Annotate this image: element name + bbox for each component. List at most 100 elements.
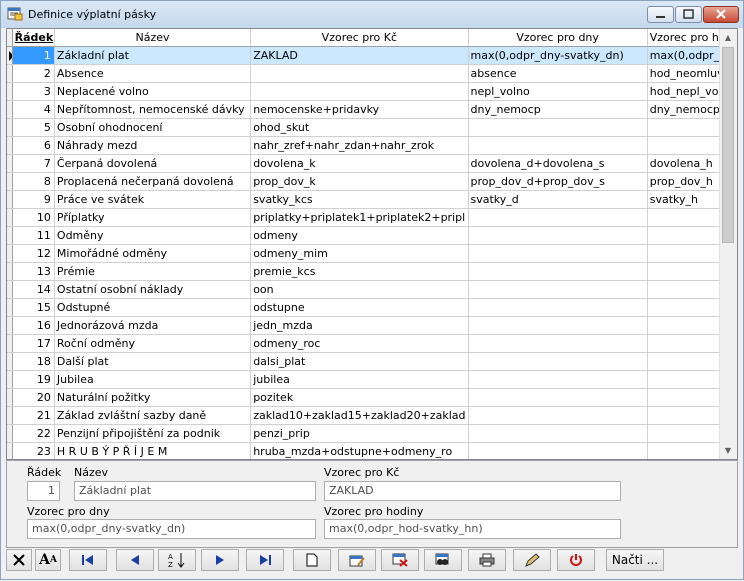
kc-formula-cell[interactable]: dalsi_plat bbox=[250, 352, 469, 371]
kc-formula-cell[interactable]: pozitek bbox=[250, 388, 469, 407]
nazev-cell[interactable]: Odměny bbox=[54, 226, 252, 245]
nazev-cell[interactable]: Odstupné bbox=[54, 298, 252, 317]
first-record-button[interactable] bbox=[69, 549, 107, 571]
scroll-thumb[interactable] bbox=[722, 47, 734, 243]
dny-formula-cell[interactable] bbox=[468, 136, 648, 155]
table-row[interactable]: 21 Základ zvláštní sazby daně zaklad10+zak… bbox=[7, 406, 737, 425]
row-number-cell[interactable]: 11 bbox=[12, 226, 55, 245]
kc-formula-cell[interactable]: jedn_mzda bbox=[250, 316, 469, 335]
nazev-cell[interactable]: Čerpaná dovolená bbox=[54, 154, 252, 173]
row-number-cell[interactable]: 10 bbox=[12, 208, 55, 227]
table-row[interactable]: 13 Prémie premie_kcs bbox=[7, 262, 737, 281]
scroll-down-icon[interactable]: ▼ bbox=[720, 442, 736, 459]
col-header-dny[interactable]: Vzorec pro dny bbox=[468, 29, 648, 47]
table-row[interactable]: 3 Neplacené volno nepl_volno hod_nepl_vol bbox=[7, 82, 737, 101]
dny-formula-cell[interactable] bbox=[468, 118, 648, 137]
row-number-cell[interactable]: 22 bbox=[12, 424, 55, 443]
table-row[interactable]: 8 Proplacená nečerpaná dovolená prop_dov_k… bbox=[7, 172, 737, 191]
font-button[interactable]: AA bbox=[35, 549, 61, 571]
dny-formula-cell[interactable] bbox=[468, 442, 648, 459]
nazev-cell[interactable]: Mimořádné odměny bbox=[54, 244, 252, 263]
dny-formula-cell[interactable]: dovolena_d+dovolena_s bbox=[468, 154, 648, 173]
vertical-scrollbar[interactable]: ▲ ▼ bbox=[719, 29, 737, 459]
kc-formula-cell[interactable]: premie_kcs bbox=[250, 262, 469, 281]
row-number-cell[interactable]: 12 bbox=[12, 244, 55, 263]
nazev-cell[interactable]: Základ zvláštní sazby daně bbox=[54, 406, 252, 425]
table-row[interactable]: 15 Odstupné odstupne bbox=[7, 298, 737, 317]
maximize-button[interactable] bbox=[675, 6, 702, 23]
cancel-button[interactable] bbox=[6, 549, 32, 571]
table-row[interactable]: 2 Absence absence hod_neomluv bbox=[7, 64, 737, 83]
scroll-up-icon[interactable]: ▲ bbox=[720, 29, 736, 46]
table-row[interactable]: 19 Jubilea jubilea bbox=[7, 370, 737, 389]
table-row[interactable]: 1 Základní plat ZAKLAD max(0,odpr_dny-svatk… bbox=[7, 46, 737, 65]
nazev-cell[interactable]: Osobní ohodnocení bbox=[54, 118, 252, 137]
kc-formula-cell[interactable]: prop_dov_k bbox=[250, 172, 469, 191]
dny-formula-cell[interactable] bbox=[468, 352, 648, 371]
kc-formula-cell[interactable]: ZAKLAD bbox=[250, 46, 469, 65]
kc-formula-cell[interactable]: odstupne bbox=[250, 298, 469, 317]
nazev-cell[interactable]: Penzijní připojištění za podnik bbox=[54, 424, 252, 443]
kc-formula-cell[interactable]: oon bbox=[250, 280, 469, 299]
print-button[interactable] bbox=[468, 549, 506, 571]
edit-record-button[interactable] bbox=[338, 549, 376, 571]
table-row[interactable]: 5 Osobní ohodnocení ohod_skut bbox=[7, 118, 737, 137]
dny-formula-cell[interactable] bbox=[468, 388, 648, 407]
rows-grid[interactable]: Řádek Název Vzorec pro Kč Vzorec pro dny… bbox=[6, 28, 738, 460]
dny-formula-cell[interactable]: max(0,odpr_dny-svatky_dn) bbox=[468, 46, 648, 65]
table-row[interactable]: 9 Práce ve svátek svatky_kcs svatky_d svatky… bbox=[7, 190, 737, 209]
dny-field[interactable]: max(0,odpr_dny-svatky_dn) bbox=[27, 519, 316, 539]
row-number-cell[interactable]: 19 bbox=[12, 370, 55, 389]
dny-formula-cell[interactable]: prop_dov_d+prop_dov_s bbox=[468, 172, 648, 191]
row-number-cell[interactable]: 17 bbox=[12, 334, 55, 353]
nazev-cell[interactable]: Proplacená nečerpaná dovolená bbox=[54, 172, 252, 191]
row-number-cell[interactable]: 4 bbox=[12, 100, 55, 119]
row-number-cell[interactable]: 1 bbox=[12, 46, 55, 65]
nazev-cell[interactable]: Ostatní osobní náklady bbox=[54, 280, 252, 299]
kc-formula-cell[interactable] bbox=[250, 82, 469, 101]
table-row[interactable]: 7 Čerpaná dovolená dovolena_k dovolena_d+do… bbox=[7, 154, 737, 173]
dny-formula-cell[interactable] bbox=[468, 208, 648, 227]
hodiny-field[interactable]: max(0,odpr_hod-svatky_hn) bbox=[324, 519, 621, 539]
row-number-cell[interactable]: 8 bbox=[12, 172, 55, 191]
row-number-cell[interactable]: 6 bbox=[12, 136, 55, 155]
nazev-cell[interactable]: Příplatky bbox=[54, 208, 252, 227]
dny-formula-cell[interactable] bbox=[468, 334, 648, 353]
col-header-radek[interactable]: Řádek bbox=[12, 29, 55, 47]
minimize-button[interactable] bbox=[647, 6, 674, 23]
kc-formula-cell[interactable]: dovolena_k bbox=[250, 154, 469, 173]
dny-formula-cell[interactable] bbox=[468, 280, 648, 299]
sort-button[interactable]: AZ bbox=[158, 549, 196, 571]
nazev-cell[interactable]: Naturální požitky bbox=[54, 388, 252, 407]
dny-formula-cell[interactable] bbox=[468, 370, 648, 389]
kc-formula-cell[interactable]: nemocenske+pridavky bbox=[250, 100, 469, 119]
row-number-cell[interactable]: 7 bbox=[12, 154, 55, 173]
row-number-cell[interactable]: 3 bbox=[12, 82, 55, 101]
table-row[interactable]: 10 Příplatky priplatky+priplatek1+priplate… bbox=[7, 208, 737, 227]
kc-formula-cell[interactable]: priplatky+priplatek1+priplatek2+pripl bbox=[250, 208, 469, 227]
nazev-cell[interactable]: Prémie bbox=[54, 262, 252, 281]
kc-formula-cell[interactable]: odmeny_mim bbox=[250, 244, 469, 263]
find-record-button[interactable] bbox=[424, 549, 462, 571]
row-number-cell[interactable]: 14 bbox=[12, 280, 55, 299]
dny-formula-cell[interactable]: nepl_volno bbox=[468, 82, 648, 101]
row-number-cell[interactable]: 21 bbox=[12, 406, 55, 425]
settings-button[interactable] bbox=[513, 549, 551, 571]
row-number-cell[interactable]: 16 bbox=[12, 316, 55, 335]
nazev-cell[interactable]: Náhrady mezd bbox=[54, 136, 252, 155]
dny-formula-cell[interactable] bbox=[468, 406, 648, 425]
row-number-cell[interactable]: 23 bbox=[12, 442, 55, 459]
nazev-cell[interactable]: Nepřítomnost, nemocenské dávky bbox=[54, 100, 252, 119]
table-row[interactable]: 20 Naturální požitky pozitek bbox=[7, 388, 737, 407]
table-row[interactable]: 11 Odměny odmeny bbox=[7, 226, 737, 245]
kc-formula-cell[interactable]: svatky_kcs bbox=[250, 190, 469, 209]
row-number-cell[interactable]: 9 bbox=[12, 190, 55, 209]
nazev-cell[interactable]: Neplacené volno bbox=[54, 82, 252, 101]
nazev-cell[interactable]: Roční odměny bbox=[54, 334, 252, 353]
row-number-cell[interactable]: 20 bbox=[12, 388, 55, 407]
table-row[interactable]: 23 H R U B Ý P Ř Í J E Mhruba_mzda+odstup… bbox=[7, 442, 737, 459]
col-header-nazev[interactable]: Název bbox=[54, 29, 252, 47]
nazev-cell[interactable]: Absence bbox=[54, 64, 252, 83]
table-row[interactable]: 12 Mimořádné odměny odmeny_mim bbox=[7, 244, 737, 263]
dny-formula-cell[interactable] bbox=[468, 262, 648, 281]
